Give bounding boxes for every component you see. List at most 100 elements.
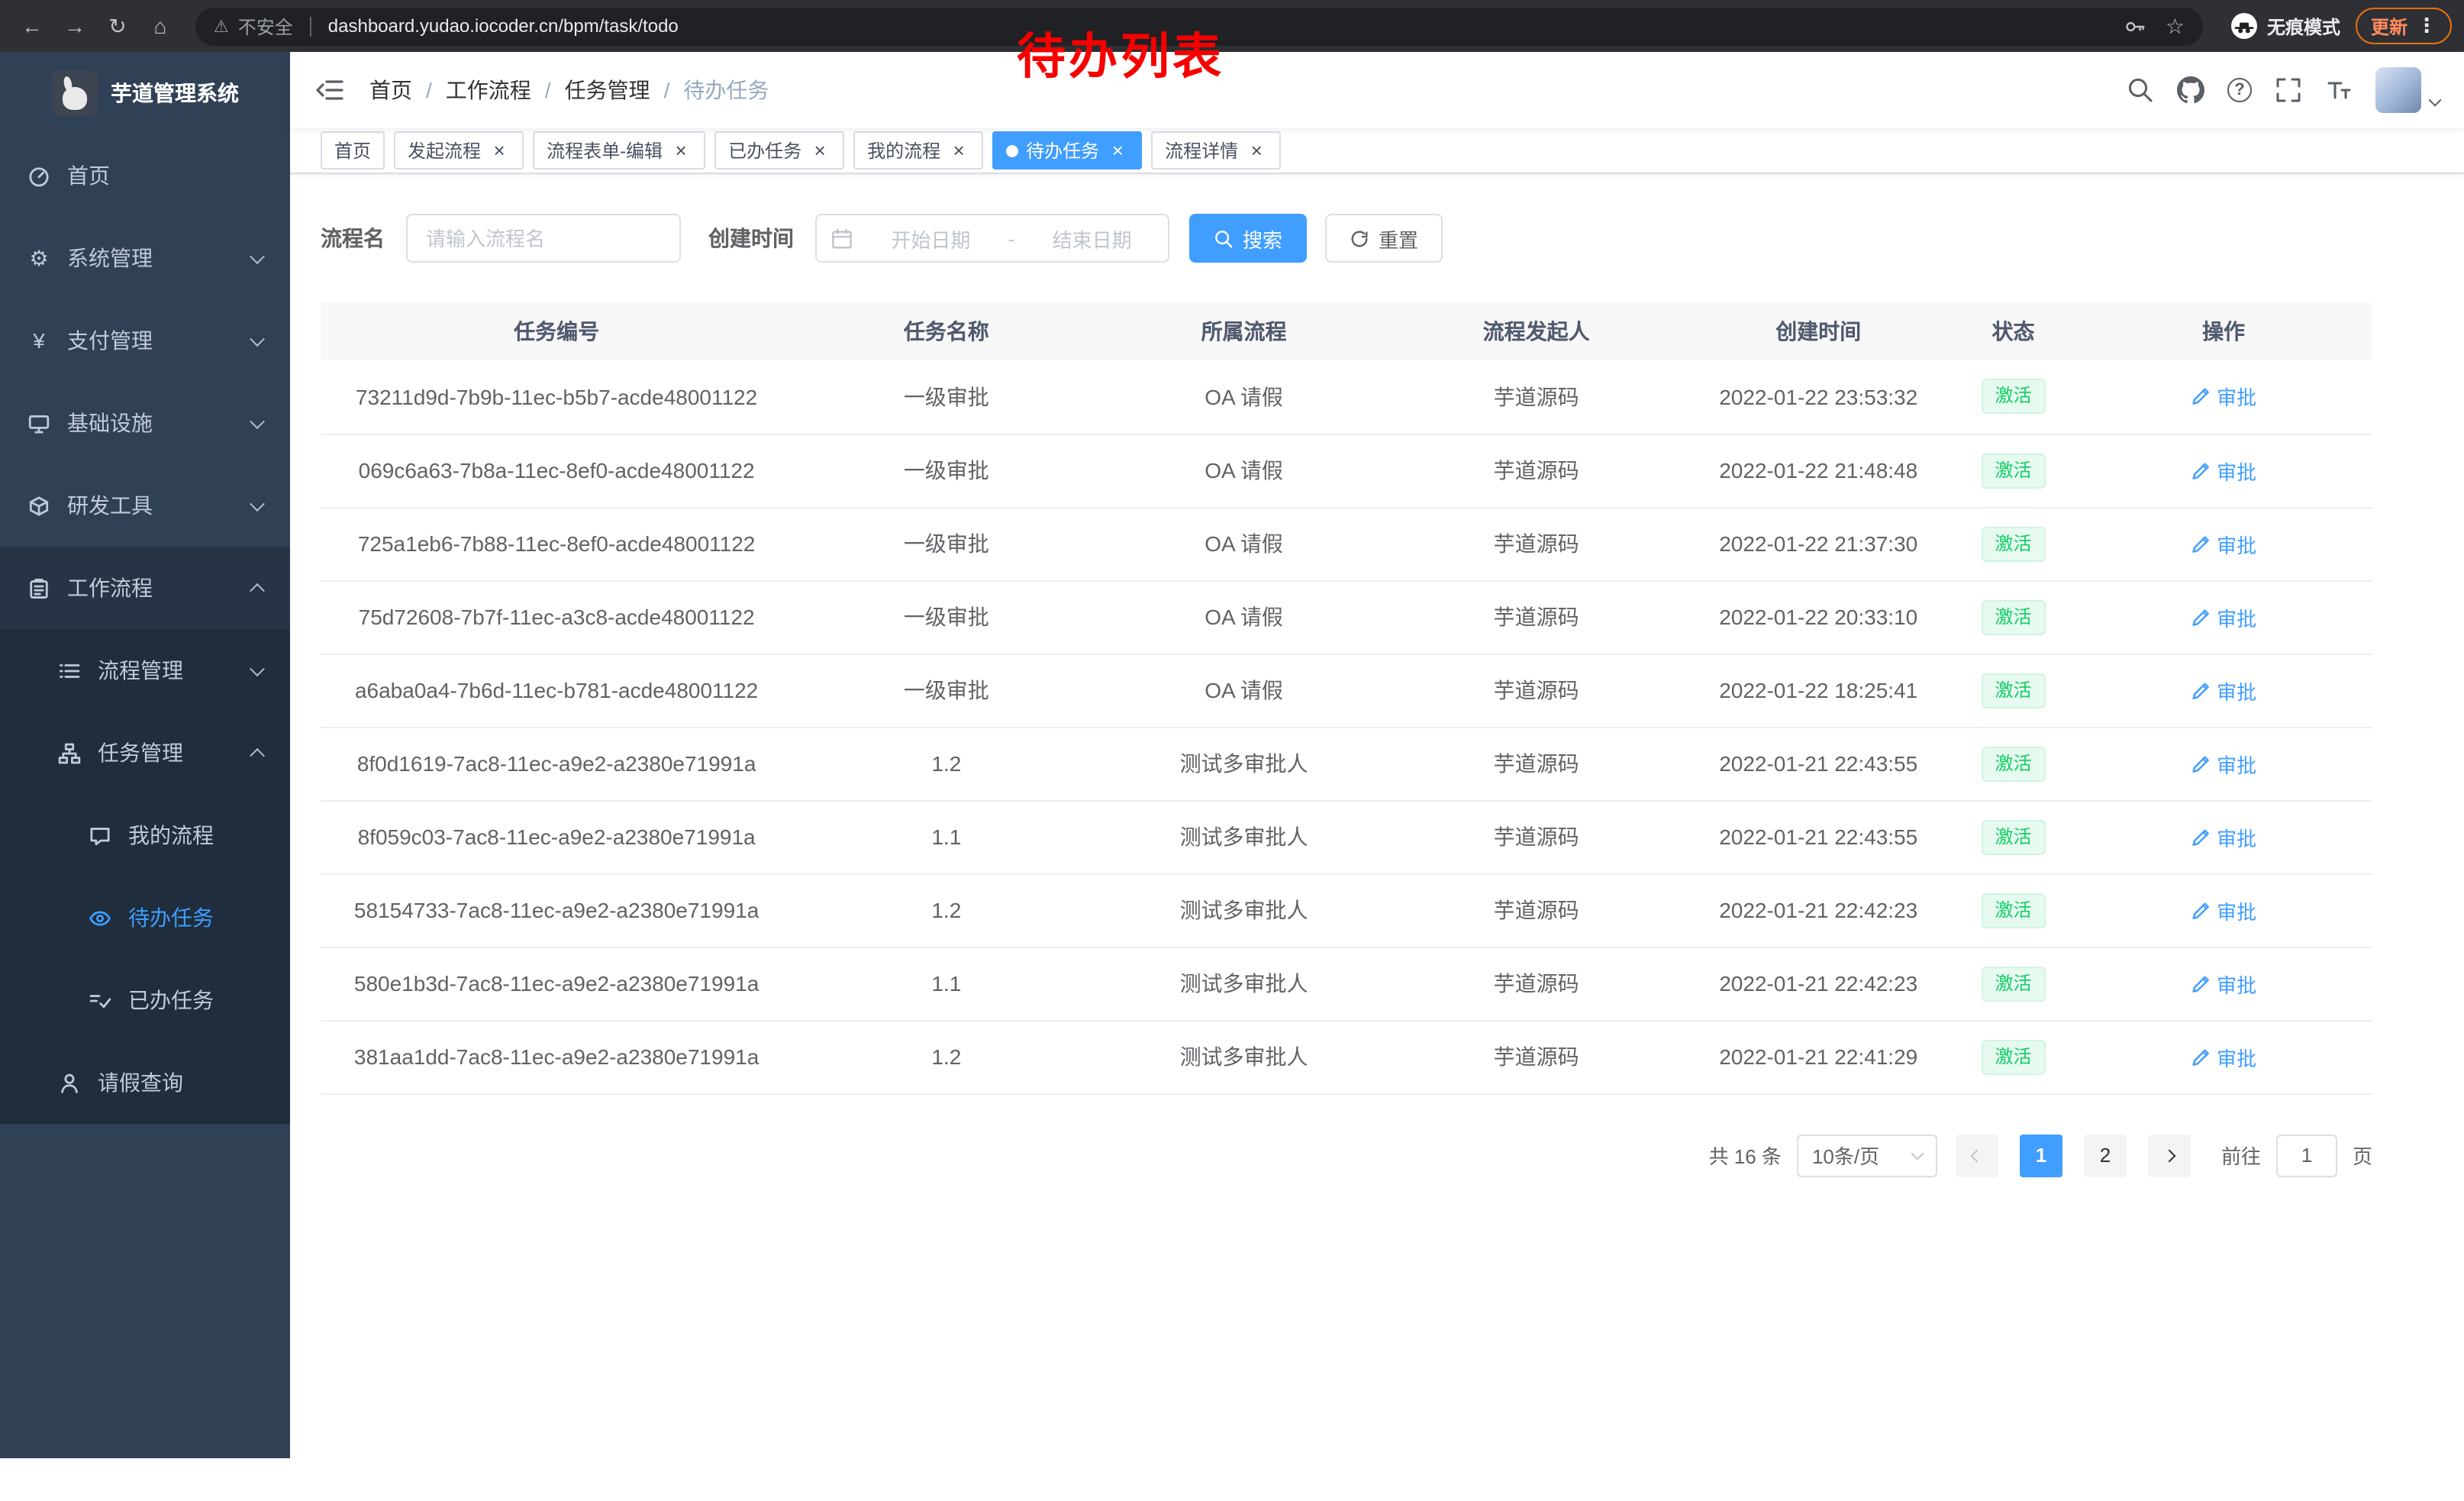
tab-my-process[interactable]: 我的流程 × (853, 131, 983, 169)
search-button[interactable]: 搜索 (1189, 214, 1307, 263)
page-button-1[interactable]: 1 (2020, 1134, 2062, 1177)
close-icon[interactable]: × (489, 140, 510, 161)
process-name: 测试多审批人 (1180, 825, 1308, 849)
sidebar-item-label: 已办任务 (128, 985, 214, 1015)
date-range-picker[interactable]: 开始日期 - 结束日期 (815, 214, 1169, 263)
sidebar-item-label: 研发工具 (67, 490, 153, 521)
task-id: 580e1b3d-7ac8-11ec-a9e2-a2380e71991a (354, 971, 759, 996)
breadcrumb-task-mgmt[interactable]: 任务管理 (565, 75, 650, 105)
sidebar-item-infra[interactable]: 基础设施 (0, 382, 290, 464)
breadcrumb-home[interactable]: 首页 (369, 75, 412, 105)
app-logo[interactable]: 芋道管理系统 (0, 52, 290, 134)
tags-view: 首页 发起流程 × 流程表单-编辑 × 已办任务 × 我的流程 × (290, 128, 2464, 174)
sidebar-item-process-mgmt[interactable]: 流程管理 (0, 629, 290, 712)
process-initiator: 芋道源码 (1494, 458, 1579, 483)
sidebar-item-devtools[interactable]: 研发工具 (0, 464, 290, 547)
sidebar-item-my-process[interactable]: 我的流程 (0, 794, 290, 876)
refresh-icon (1350, 228, 1369, 248)
sidebar-item-done-tasks[interactable]: 已办任务 (0, 959, 290, 1041)
approve-link[interactable]: 审批 (2191, 456, 2256, 485)
process-name: OA 请假 (1205, 385, 1283, 409)
process-name-input[interactable] (406, 214, 681, 263)
table-row: 580e1b3d-7ac8-11ec-a9e2-a2380e71991a 1.1… (321, 947, 2372, 1020)
task-id: 58154733-7ac8-11ec-a9e2-a2380e71991a (354, 898, 759, 922)
browser-back-button[interactable]: ← (12, 6, 52, 46)
approve-link[interactable]: 审批 (2191, 1042, 2256, 1071)
sidebar-item-task-mgmt[interactable]: 任务管理 (0, 712, 290, 794)
approve-link[interactable]: 审批 (2191, 602, 2256, 631)
goto-label: 前往 (2221, 1141, 2261, 1170)
process-name: OA 请假 (1205, 458, 1283, 483)
browser-home-button[interactable]: ⌂ (140, 6, 180, 46)
process-initiator: 芋道源码 (1494, 605, 1579, 629)
tab-form-edit[interactable]: 流程表单-编辑 × (533, 131, 705, 169)
tab-home[interactable]: 首页 (321, 131, 385, 169)
page-size-select[interactable]: 10条/页 (1797, 1134, 1937, 1177)
sidebar-item-home[interactable]: 首页 (0, 134, 290, 217)
bookmark-star-icon[interactable]: ☆ (2166, 13, 2185, 39)
prev-page-button[interactable] (1956, 1134, 1998, 1177)
close-icon[interactable]: × (1246, 140, 1267, 161)
fullscreen-icon[interactable] (2275, 76, 2302, 104)
edit-icon (2191, 460, 2211, 480)
process-name: 测试多审批人 (1180, 898, 1308, 922)
table-row: 8f0d1619-7ac8-11ec-a9e2-a2380e71991a 1.2… (321, 727, 2372, 800)
github-icon[interactable] (2177, 76, 2204, 104)
breadcrumb: 首页 / 工作流程 / 任务管理 / 待办任务 (369, 75, 769, 105)
incognito-badge: 无痕模式 (2218, 12, 2353, 40)
help-icon[interactable]: ? (2227, 78, 2252, 102)
edit-icon (2191, 387, 2211, 407)
close-icon[interactable]: × (809, 140, 830, 161)
update-label: 更新 (2371, 13, 2408, 39)
process-name: OA 请假 (1205, 605, 1283, 629)
approve-link[interactable]: 审批 (2191, 529, 2256, 558)
browser-menu-icon[interactable]: ⋮ (2417, 14, 2437, 38)
reset-button[interactable]: 重置 (1325, 214, 1443, 263)
next-page-button[interactable] (2148, 1134, 2191, 1177)
key-icon[interactable] (2124, 15, 2147, 37)
status-badge: 激活 (1982, 746, 2046, 781)
tab-process-detail[interactable]: 流程详情 × (1151, 131, 1281, 169)
font-size-icon[interactable] (2325, 76, 2353, 104)
approve-link[interactable]: 审批 (2191, 896, 2256, 925)
created-time: 2022-01-22 23:53:32 (1719, 385, 1917, 409)
created-time: 2022-01-21 22:43:55 (1719, 751, 1917, 776)
approve-link[interactable]: 审批 (2191, 822, 2256, 851)
goto-page-input[interactable] (2276, 1134, 2337, 1177)
status-badge: 激活 (1982, 599, 2046, 634)
column-header-status: 状态 (1952, 302, 2075, 360)
browser-forward-button[interactable]: → (55, 6, 95, 46)
browser-reload-button[interactable]: ↻ (98, 6, 137, 46)
status-badge: 激活 (1982, 1039, 2046, 1074)
user-avatar[interactable] (2375, 67, 2440, 113)
close-icon[interactable]: × (670, 140, 692, 161)
edit-icon (2191, 973, 2211, 993)
approve-link[interactable]: 审批 (2191, 749, 2256, 778)
sidebar-item-leave-query[interactable]: 请假查询 (0, 1041, 290, 1124)
task-id: 8f059c03-7ac8-11ec-a9e2-a2380e71991a (358, 825, 756, 849)
close-icon[interactable]: × (1107, 140, 1128, 161)
approve-link[interactable]: 审批 (2191, 969, 2256, 998)
close-icon[interactable]: × (948, 140, 969, 161)
search-icon[interactable] (2127, 76, 2154, 104)
approve-link[interactable]: 审批 (2191, 676, 2256, 705)
sidebar-item-payment[interactable]: ¥ 支付管理 (0, 299, 290, 382)
chevron-down-icon (250, 413, 265, 428)
sidebar-item-workflow[interactable]: 工作流程 (0, 547, 290, 629)
sidebar-item-system[interactable]: ⚙ 系统管理 (0, 217, 290, 299)
approve-label: 审批 (2217, 749, 2256, 778)
sidebar-item-todo-tasks[interactable]: 待办任务 (0, 876, 290, 959)
page-button-2[interactable]: 2 (2084, 1134, 2127, 1177)
tab-todo-tasks[interactable]: 待办任务 × (992, 131, 1142, 169)
column-header-created: 创建时间 (1685, 302, 1951, 360)
table-body: 73211d9d-7b9b-11ec-b5b7-acde48001122 一级审… (321, 360, 2372, 1093)
breadcrumb-workflow[interactable]: 工作流程 (446, 75, 531, 105)
approve-label: 审批 (2217, 1042, 2256, 1071)
tab-start-process[interactable]: 发起流程 × (394, 131, 524, 169)
process-initiator: 芋道源码 (1494, 678, 1579, 702)
sidebar-item-label: 基础设施 (67, 408, 153, 438)
update-button[interactable]: 更新 ⋮ (2356, 8, 2452, 44)
tab-done-tasks[interactable]: 已办任务 × (714, 131, 844, 169)
sidebar-collapse-icon[interactable] (314, 75, 345, 105)
approve-link[interactable]: 审批 (2191, 383, 2256, 412)
